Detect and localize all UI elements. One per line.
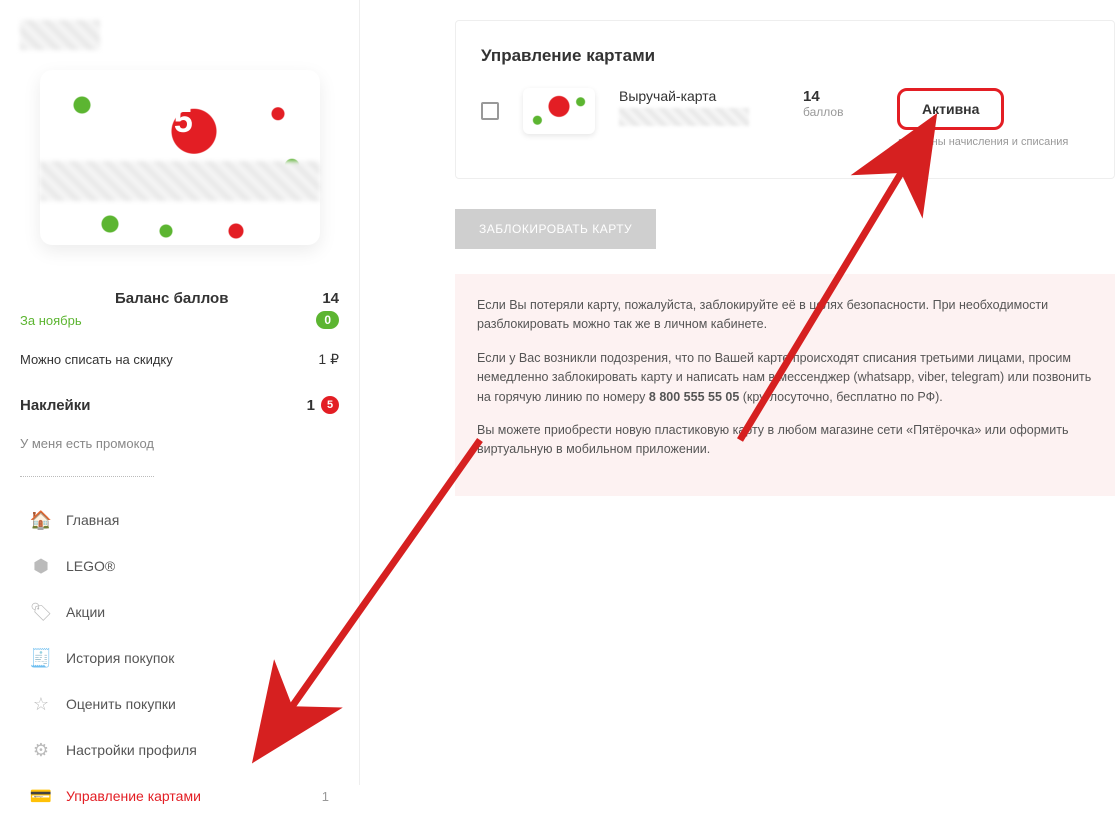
info-paragraph-1: Если Вы потеряли карту, пожалуйста, забл… <box>477 296 1093 335</box>
discount-label: Можно списать на скидку <box>20 352 173 367</box>
month-value-badge: 0 <box>316 311 339 329</box>
points-value: 14 <box>803 88 873 105</box>
card-number-blurred <box>619 108 749 126</box>
points-label: баллов <box>803 105 873 119</box>
stickers-count: 1 <box>307 397 315 414</box>
mini-card-image <box>523 88 595 134</box>
gear-icon: ⚙ <box>30 739 52 761</box>
nav-label: Акции <box>66 604 105 620</box>
lego-icon: ⬢ <box>30 555 52 577</box>
card-status-highlight: Активна <box>897 88 1004 130</box>
block-card-button[interactable]: ЗАБЛОКИРОВАТЬ КАРТУ <box>455 209 656 249</box>
home-icon: 🏠 <box>30 509 52 531</box>
card-name: Выручай-карта <box>619 88 779 104</box>
profile-name-blurred <box>20 20 100 50</box>
panel-title: Управление картами <box>481 46 1089 66</box>
nav-rate-purchases[interactable]: ☆ Оценить покупки <box>20 681 339 727</box>
info-paragraph-3: Вы можете приобрести новую пластиковую к… <box>477 421 1093 460</box>
loyalty-card-image: 5 <box>40 70 320 245</box>
sidebar-nav: 🏠 Главная ⬢ LEGO® 🏷 Акции 🧾 История поку… <box>20 497 339 819</box>
sidebar: 5 Баланс баллов 14 За ноябрь 0 Можно спи… <box>0 0 360 785</box>
card-management-panel: Управление картами Выручай-карта 14 балл… <box>455 20 1115 179</box>
info-paragraph-2: Если у Вас возникли подозрения, что по В… <box>477 349 1093 407</box>
sticker-badge-icon: 5 <box>321 396 339 414</box>
main-content: Управление картами Выручай-карта 14 балл… <box>360 0 1119 785</box>
info-box: Если Вы потеряли карту, пожалуйста, забл… <box>455 274 1115 496</box>
nav-card-management[interactable]: 💳 Управление картами 1 <box>20 773 339 819</box>
nav-count: 1 <box>322 789 329 804</box>
month-label: За ноябрь <box>20 313 82 328</box>
stickers-label: Наклейки <box>20 397 91 414</box>
receipt-icon: 🧾 <box>30 647 52 669</box>
card-number-blurred <box>40 161 320 201</box>
nav-label: LEGO® <box>66 558 115 574</box>
nav-label: Главная <box>66 512 119 528</box>
card-status: Активна <box>922 101 979 117</box>
nav-label: Настройки профиля <box>66 742 197 758</box>
tag-icon: 🏷 <box>30 601 52 623</box>
promo-link[interactable]: У меня есть промокод <box>20 424 154 477</box>
nav-promos[interactable]: 🏷 Акции <box>20 589 339 635</box>
nav-label: История покупок <box>66 650 174 666</box>
hotline-phone: 8 800 555 55 05 <box>649 390 739 404</box>
card-row: Выручай-карта 14 баллов Активна доступны… <box>481 88 1089 148</box>
nav-lego[interactable]: ⬢ LEGO® <box>20 543 339 589</box>
cards-icon: 💳 <box>30 785 52 807</box>
card-checkbox[interactable] <box>481 102 499 120</box>
brand-five-icon: 5 <box>174 102 193 141</box>
nav-label: Оценить покупки <box>66 696 176 712</box>
nav-profile-settings[interactable]: ⚙ Настройки профиля <box>20 727 339 773</box>
balance-label: Баланс баллов <box>115 290 228 307</box>
nav-home[interactable]: 🏠 Главная <box>20 497 339 543</box>
star-icon: ☆ <box>30 693 52 715</box>
nav-purchase-history[interactable]: 🧾 История покупок <box>20 635 339 681</box>
discount-value: 1 ₽ <box>318 351 339 368</box>
nav-label: Управление картами <box>66 788 201 804</box>
card-status-sub: доступны начисления и списания <box>897 136 1087 148</box>
balance-value: 14 <box>322 290 339 307</box>
